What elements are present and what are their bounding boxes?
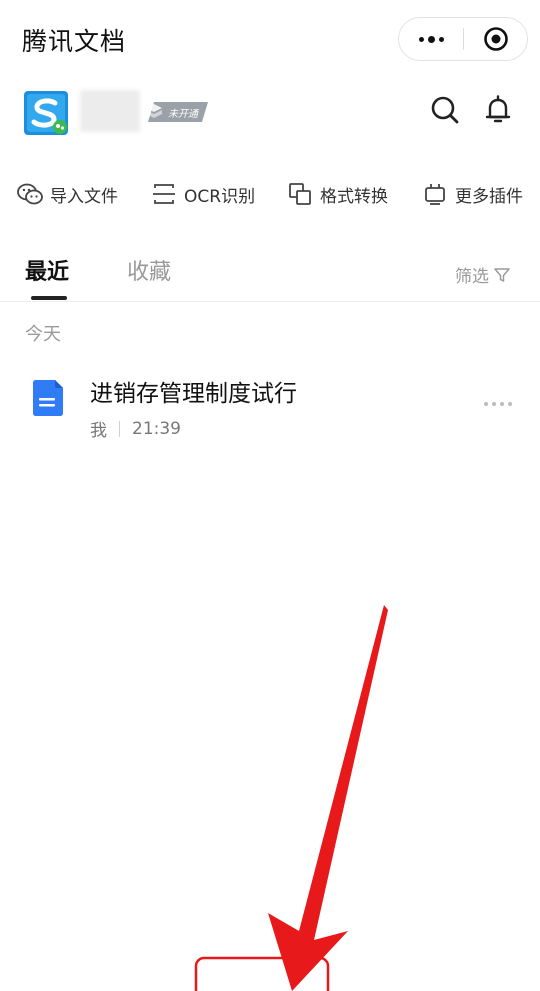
list-item[interactable]: 进销存管理制度试行 我 21:39 <box>0 362 540 452</box>
meta-divider <box>119 420 120 437</box>
tool-ocr[interactable]: OCR识别 <box>150 180 255 208</box>
tabs-divider <box>0 301 540 302</box>
tab-active-indicator <box>31 296 67 300</box>
page-title: 腾讯文档 <box>22 27 127 56</box>
wechat-icon <box>17 183 43 205</box>
tab-recent[interactable]: 最近 <box>25 254 69 286</box>
tool-format-convert[interactable]: 格式转换 <box>286 180 388 208</box>
app-logo[interactable] <box>24 91 68 135</box>
ocr-icon <box>153 184 175 204</box>
tool-label: 导入文件 <box>50 186 118 207</box>
doc-owner: 我 <box>90 421 107 441</box>
filter-label: 筛选 <box>455 267 489 287</box>
filter-button[interactable]: 筛选 <box>455 262 511 287</box>
tool-label: 更多插件 <box>455 186 523 207</box>
bell-icon[interactable] <box>482 94 514 126</box>
tool-import-file[interactable]: 导入文件 <box>16 180 118 208</box>
tool-more-plugins[interactable]: 更多插件 <box>421 180 523 208</box>
tab-favorites[interactable]: 收藏 <box>127 254 171 286</box>
tool-label: OCR识别 <box>184 186 256 207</box>
doc-time: 21:39 <box>132 418 181 439</box>
filter-icon <box>494 267 510 282</box>
username-blurred <box>80 90 140 132</box>
doc-title: 进销存管理制度试行 <box>90 381 297 407</box>
status-badge-label: 未开通 <box>168 109 198 120</box>
tool-label: 格式转换 <box>320 186 388 207</box>
highlight-box <box>194 956 330 991</box>
status-badge[interactable]: 未开通 <box>144 102 208 122</box>
convert-icon <box>289 183 311 205</box>
section-label-today: 今天 <box>25 324 61 345</box>
miniprogram-capsule <box>398 17 528 61</box>
target-icon[interactable] <box>464 18 527 60</box>
doc-meta: 我 21:39 <box>90 416 181 442</box>
search-icon[interactable] <box>429 94 461 126</box>
annotation-overlay <box>194 605 388 991</box>
more-dots-icon[interactable] <box>399 18 463 60</box>
plugin-icon <box>425 184 445 205</box>
arrow-icon <box>268 605 388 991</box>
doc-icon <box>31 380 65 416</box>
more-dots-icon[interactable] <box>484 402 512 406</box>
